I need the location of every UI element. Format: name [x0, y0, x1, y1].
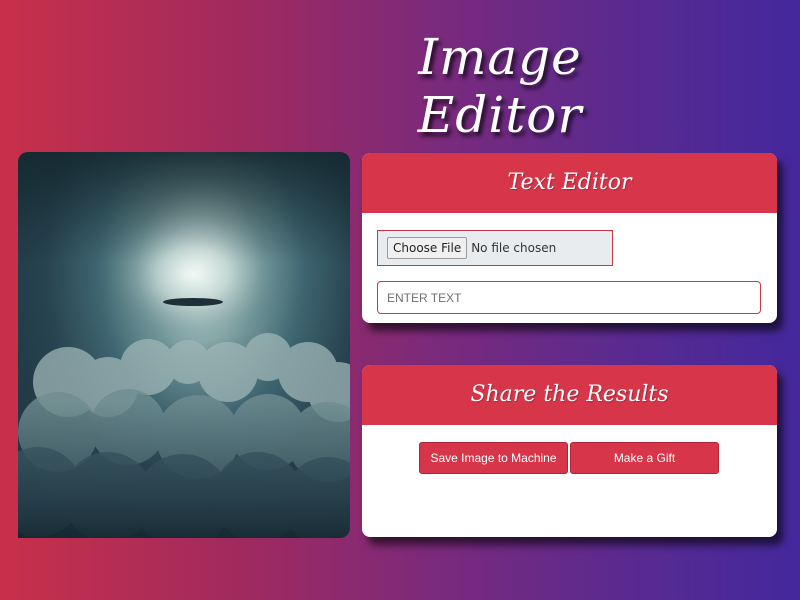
page-title: Image Editor — [417, 28, 583, 144]
share-results-card: Share the Results Save Image to Machine … — [362, 365, 777, 537]
make-gift-button[interactable]: Make a Gift — [570, 442, 719, 474]
save-image-button[interactable]: Save Image to Machine — [419, 442, 568, 474]
text-editor-card: Text Editor Choose File No file chosen — [362, 153, 777, 323]
cloud-image — [18, 152, 350, 538]
cloud-image-artwork — [18, 152, 350, 538]
share-results-header: Share the Results — [362, 365, 777, 425]
file-status-text: No file chosen — [471, 241, 557, 255]
file-input[interactable]: Choose File No file chosen — [377, 230, 613, 266]
enter-text-input[interactable] — [377, 281, 761, 314]
text-editor-header: Text Editor — [362, 153, 777, 213]
choose-file-button[interactable]: Choose File — [387, 237, 468, 259]
